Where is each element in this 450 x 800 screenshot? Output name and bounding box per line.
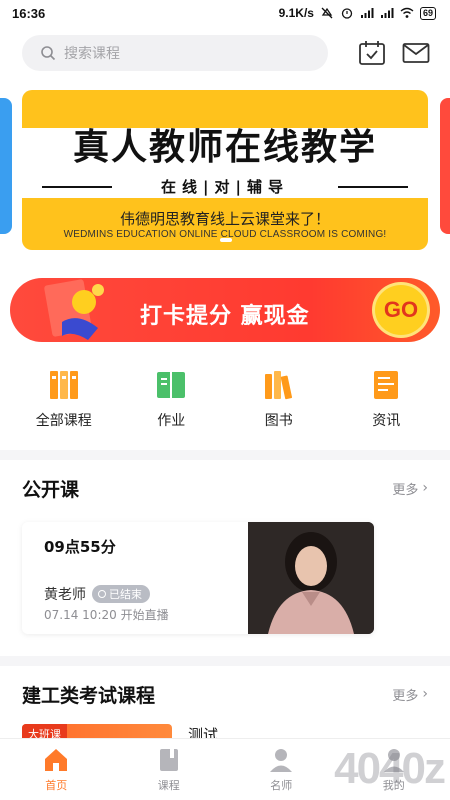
tab-home[interactable]: 首页 xyxy=(0,739,113,800)
nav-label: 资讯 xyxy=(372,413,401,429)
nav-books[interactable]: 图书 xyxy=(239,364,319,444)
nav-news[interactable]: 资讯 xyxy=(346,364,426,444)
open-book-icon xyxy=(157,372,186,398)
home-icon xyxy=(45,748,68,771)
status-icons: 9.1K/s 69 xyxy=(279,6,436,20)
banner-carousel[interactable]: 真人教师在线教学 在线|对|辅导 伟德明思教育线上云课堂来了！ WEDMINS … xyxy=(0,90,450,260)
course-icon xyxy=(159,748,178,771)
tab-teachers[interactable]: 名师 xyxy=(225,739,338,800)
nav-label: 全部课程 xyxy=(35,413,92,429)
status-bar: 16:36 9.1K/s 69 xyxy=(0,0,450,26)
calendar-check-icon xyxy=(359,41,385,65)
nav-label: 图书 xyxy=(264,413,293,429)
nav-label: 作业 xyxy=(157,413,186,429)
signal-icon xyxy=(360,8,374,18)
bookshelf-icon xyxy=(49,371,78,399)
construction-more-link[interactable]: 更多 › xyxy=(392,685,428,704)
search-input[interactable]: 搜索课程 xyxy=(22,35,328,71)
mail-icon xyxy=(402,43,430,63)
public-course-header: 公开课 更多 › xyxy=(0,460,450,516)
tab-courses[interactable]: 课程 xyxy=(113,739,226,800)
section-title: 建工类考试课程 xyxy=(22,684,156,707)
status-badge: 已结束 xyxy=(92,585,150,603)
search-icon xyxy=(41,46,56,61)
chevron-right-icon: › xyxy=(422,480,428,496)
status-time: 16:36 xyxy=(12,5,46,21)
tab-label: 名师 xyxy=(270,778,293,792)
status-label: 已结束 xyxy=(109,588,142,601)
live-teacher: 黄老师 已结束 xyxy=(44,584,150,604)
teacher-name: 黄老师 xyxy=(44,587,86,603)
live-schedule: 07.14 10:20 开始直播 xyxy=(44,608,169,622)
watermark-logo: 4040z xyxy=(334,744,446,793)
promo-text: 打卡提分 赢现金 xyxy=(140,304,310,329)
banner-slide[interactable]: 真人教师在线教学 在线|对|辅导 伟德明思教育线上云课堂来了！ WEDMINS … xyxy=(22,90,428,250)
section-divider xyxy=(0,656,450,666)
promo-figure-icon xyxy=(44,279,104,340)
mute-icon xyxy=(321,7,333,19)
teacher-photo xyxy=(248,522,374,634)
banner-title: 真人教师在线教学 xyxy=(72,127,377,168)
construction-course-header: 建工类考试课程 更多 › xyxy=(0,666,450,722)
banner-slogan: 伟德明思教育线上云课堂来了！ xyxy=(119,210,330,228)
nav-homework[interactable]: 作业 xyxy=(131,364,211,444)
teacher-portrait-icon xyxy=(248,522,374,634)
books-icon xyxy=(264,371,292,400)
teacher-icon xyxy=(270,748,293,772)
section-title: 公开课 xyxy=(22,478,80,501)
alarm-icon xyxy=(341,8,353,19)
go-button[interactable]: GO xyxy=(372,282,430,338)
network-speed: 9.1K/s xyxy=(278,6,314,20)
live-info: 09点55分 黄老师 已结束 07.14 10:20 开始直播 xyxy=(22,522,248,634)
public-course-more-link[interactable]: 更多 › xyxy=(392,479,428,498)
nav-all-courses[interactable]: 全部课程 xyxy=(24,364,104,444)
banner-prev-peek[interactable] xyxy=(0,98,12,234)
section-divider xyxy=(0,450,450,460)
status-dot-icon xyxy=(98,590,106,598)
signal-2-icon xyxy=(380,8,394,18)
battery-indicator: 69 xyxy=(419,6,436,20)
calendar-button[interactable] xyxy=(356,37,388,69)
wifi-icon xyxy=(400,7,414,18)
tab-label: 首页 xyxy=(45,778,68,792)
tab-label: 课程 xyxy=(157,778,180,792)
quick-nav: 全部课程 作业 图书 资讯 xyxy=(0,356,450,444)
more-label: 更多 xyxy=(392,482,419,498)
search-placeholder: 搜索课程 xyxy=(64,46,120,62)
live-time: 09点55分 xyxy=(44,538,116,556)
document-icon xyxy=(374,371,399,399)
message-button[interactable] xyxy=(400,37,432,69)
chevron-right-icon: › xyxy=(422,686,428,702)
header: 搜索课程 xyxy=(0,26,450,80)
banner-next-peek[interactable] xyxy=(440,98,450,234)
live-course-card[interactable]: 09点55分 黄老师 已结束 07.14 10:20 开始直播 xyxy=(22,522,374,634)
banner-rule-right xyxy=(338,186,408,188)
more-label: 更多 xyxy=(392,688,419,704)
carousel-indicator xyxy=(220,238,232,242)
checkin-promo[interactable]: 打卡提分 赢现金 GO xyxy=(0,264,450,356)
